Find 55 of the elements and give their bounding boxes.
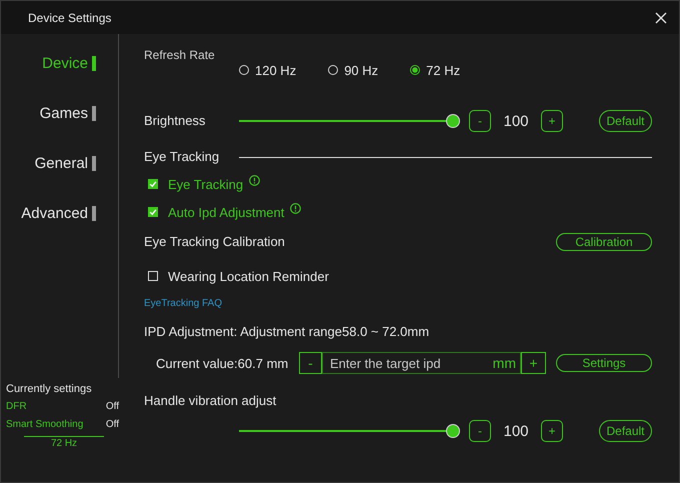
calibration-button[interactable]: Calibration xyxy=(556,233,652,251)
section-label: Handle vibration adjust xyxy=(144,392,276,410)
window-title: Device Settings xyxy=(28,10,112,24)
checkbox-label: Auto Ipd Adjustment xyxy=(168,204,284,220)
value-text: 100 xyxy=(502,422,530,440)
default-button[interactable]: Default xyxy=(599,110,652,132)
section-label: Eye Tracking Calibration xyxy=(144,233,285,251)
info-icon xyxy=(290,202,302,214)
close-button[interactable] xyxy=(655,12,667,24)
decrease-button[interactable]: - xyxy=(469,110,491,132)
increase-button[interactable]: + xyxy=(521,352,546,374)
setting-label: Smart Smoothing xyxy=(6,418,84,432)
slider-thumb[interactable] xyxy=(446,424,460,438)
sidebar-item[interactable]: Games xyxy=(1,98,118,128)
current-value-text: Current value:60.7 mm xyxy=(156,356,290,370)
radio-button[interactable] xyxy=(328,65,338,75)
radio-option[interactable]: 120 Hz xyxy=(239,62,296,78)
unit-label: mm xyxy=(492,355,516,371)
settings-button[interactable]: Settings xyxy=(556,354,652,372)
close-icon xyxy=(655,12,667,24)
sidebar-item[interactable]: Device xyxy=(1,48,118,78)
info-icon xyxy=(249,174,260,186)
checkbox[interactable] xyxy=(148,207,158,217)
sidebar-item[interactable]: General xyxy=(1,148,118,178)
settings-heading: Currently settings xyxy=(6,382,93,397)
decrease-button[interactable]: - xyxy=(299,352,322,374)
refresh-rate-value: 72 Hz xyxy=(24,436,104,451)
checkbox[interactable] xyxy=(148,179,158,189)
faq-link[interactable]: EyeTracking FAQ xyxy=(144,298,222,308)
value-text: 100 xyxy=(502,112,530,130)
setting-value: Off xyxy=(106,418,119,432)
slider-thumb[interactable] xyxy=(446,114,460,128)
increase-button[interactable]: + xyxy=(541,420,563,442)
section-heading: Eye Tracking xyxy=(144,148,220,166)
checkbox[interactable] xyxy=(148,271,158,281)
decrease-button[interactable]: - xyxy=(469,420,491,442)
sidebar-item[interactable]: Advanced xyxy=(1,198,118,228)
radio-option[interactable]: 72 Hz xyxy=(410,62,460,78)
setting-label: DFR xyxy=(6,400,27,414)
radio-label: 72 Hz xyxy=(426,62,460,78)
radio-label: 90 Hz xyxy=(344,62,378,78)
checkbox-label: Wearing Location Reminder xyxy=(168,268,329,284)
radio-button[interactable] xyxy=(410,65,420,75)
section-label: Refresh Rate xyxy=(144,48,215,62)
setting-value: Off xyxy=(106,400,119,414)
section-label: IPD Adjustment: Adjustment range58.0 ~ 72.0mm xyxy=(144,323,430,341)
ipd-input[interactable]: Enter the target ipd xyxy=(330,354,493,372)
radio-button[interactable] xyxy=(239,65,249,75)
section-label: Brightness xyxy=(144,112,206,130)
default-button[interactable]: Default xyxy=(599,420,652,442)
radio-option[interactable]: 90 Hz xyxy=(328,62,378,78)
radio-label: 120 Hz xyxy=(255,62,296,78)
ipd-field[interactable]: Enter the target ipd mm xyxy=(322,352,521,374)
increase-button[interactable]: + xyxy=(541,110,563,132)
checkbox-label: Eye Tracking xyxy=(168,176,244,192)
